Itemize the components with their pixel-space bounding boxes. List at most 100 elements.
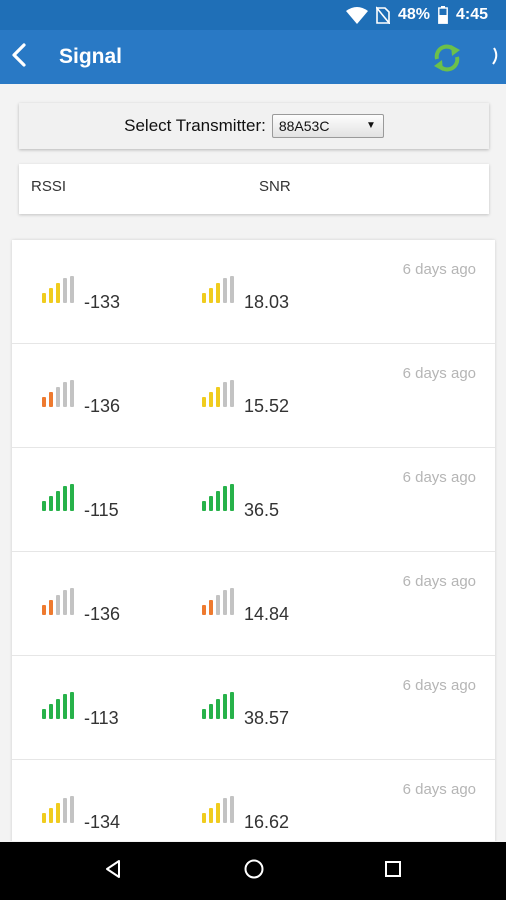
snr-value: 38.57 [244,708,290,728]
snr-bar [202,813,206,823]
snr-bar [223,278,227,303]
snr-value: 14.84 [244,604,290,624]
rssi-bar [63,798,67,823]
snr-bar [209,808,213,823]
rssi-bar [49,496,53,511]
snr-bar [216,803,220,823]
overflow-icon [486,47,502,76]
rssi-bar [56,803,60,823]
rssi-value: -136 [84,604,121,624]
no-sim-icon [375,6,390,24]
rssi-bar [70,380,74,407]
rssi-signal-bars-icon [42,588,74,615]
nav-back-button[interactable] [98,856,128,886]
snr-bar [230,276,234,303]
select-transmitter-label: Select Transmitter: [124,116,266,135]
rssi-bar [63,694,67,719]
rssi-bar [42,709,46,719]
nav-home-button[interactable] [239,856,269,886]
rssi-bar [70,588,74,615]
snr-signal-bars-icon [202,276,234,303]
snr-bar [209,704,213,719]
snr-bar [230,588,234,615]
rssi-bar [49,600,53,615]
transmitter-selector-card: Select Transmitter: 88A53C ▼ [19,103,489,149]
rssi-bar [49,392,53,407]
reading-row[interactable]: -133 18.03 6 days ago [12,240,495,344]
reading-timestamp: 6 days ago [402,677,476,694]
snr-signal-bars-icon [202,692,234,719]
chevron-left-icon [9,42,29,73]
rssi-bar [56,387,60,407]
snr-bar [202,293,206,303]
rssi-column-header: RSSI [31,178,67,195]
snr-signal-bars-icon [202,588,234,615]
rssi-value: -134 [84,812,121,832]
snr-bar [209,392,213,407]
snr-bar [202,605,206,615]
snr-value: 18.03 [244,292,290,312]
snr-signal-bars-icon [202,484,234,511]
snr-bar [202,397,206,407]
nav-recents-button[interactable] [378,856,408,886]
wifi-icon [345,6,368,24]
refresh-icon [430,44,464,79]
rssi-bar [49,704,53,719]
rssi-bar [70,484,74,511]
snr-bar [216,491,220,511]
reading-timestamp: 6 days ago [402,573,476,590]
rssi-bar [70,692,74,719]
snr-bar [223,486,227,511]
reading-row[interactable]: -113 38.57 6 days ago [12,656,495,760]
reading-row[interactable]: -115 36.5 6 days ago [12,448,495,552]
reading-row[interactable]: -136 14.84 6 days ago [12,552,495,656]
rssi-bar [70,276,74,303]
rssi-bar [42,397,46,407]
reading-row[interactable]: -134 16.62 6 days ago [12,760,495,841]
transmitter-select[interactable]: 88A53C ▼ [271,114,384,138]
refresh-button[interactable] [430,41,464,75]
snr-bar [209,496,213,511]
dropdown-arrow-icon: ▼ [365,120,376,131]
reading-timestamp: 6 days ago [402,469,476,486]
overflow-menu-button[interactable] [486,42,502,72]
rssi-bar [56,595,60,615]
circle-home-icon [243,858,265,885]
reading-timestamp: 6 days ago [402,261,476,278]
rssi-bar [49,288,53,303]
snr-bar [223,798,227,823]
column-header-card: RSSI SNR [19,164,489,214]
rssi-bar [42,293,46,303]
app-bar: Signal [0,30,506,84]
reading-row[interactable]: -136 15.52 6 days ago [12,344,495,448]
battery-icon [438,6,448,24]
square-recents-icon [383,859,403,884]
rssi-bar [63,278,67,303]
snr-bar [223,590,227,615]
snr-value: 16.62 [244,812,290,832]
rssi-signal-bars-icon [42,796,74,823]
rssi-bar [42,605,46,615]
snr-value: 36.5 [244,500,280,520]
back-button[interactable] [2,40,36,74]
rssi-value: -115 [84,500,119,520]
snr-bar [230,796,234,823]
battery-percent: 48% [397,6,430,23]
snr-bar [230,484,234,511]
signal-readings-list: -133 18.03 6 days ago -136 15.52 6 days ago -1… [12,240,495,841]
snr-bar [223,382,227,407]
snr-bar [216,387,220,407]
rssi-signal-bars-icon [42,380,74,407]
snr-bar [230,380,234,407]
page-title: Signal [59,45,123,68]
snr-bar [209,600,213,615]
transmitter-select-value: 88A53C [278,118,330,134]
rssi-bar [56,699,60,719]
rssi-signal-bars-icon [42,692,74,719]
rssi-signal-bars-icon [42,276,74,303]
snr-value: 15.52 [244,396,290,416]
rssi-bar [42,813,46,823]
snr-signal-bars-icon [202,796,234,823]
rssi-bar [42,501,46,511]
rssi-bar [63,590,67,615]
